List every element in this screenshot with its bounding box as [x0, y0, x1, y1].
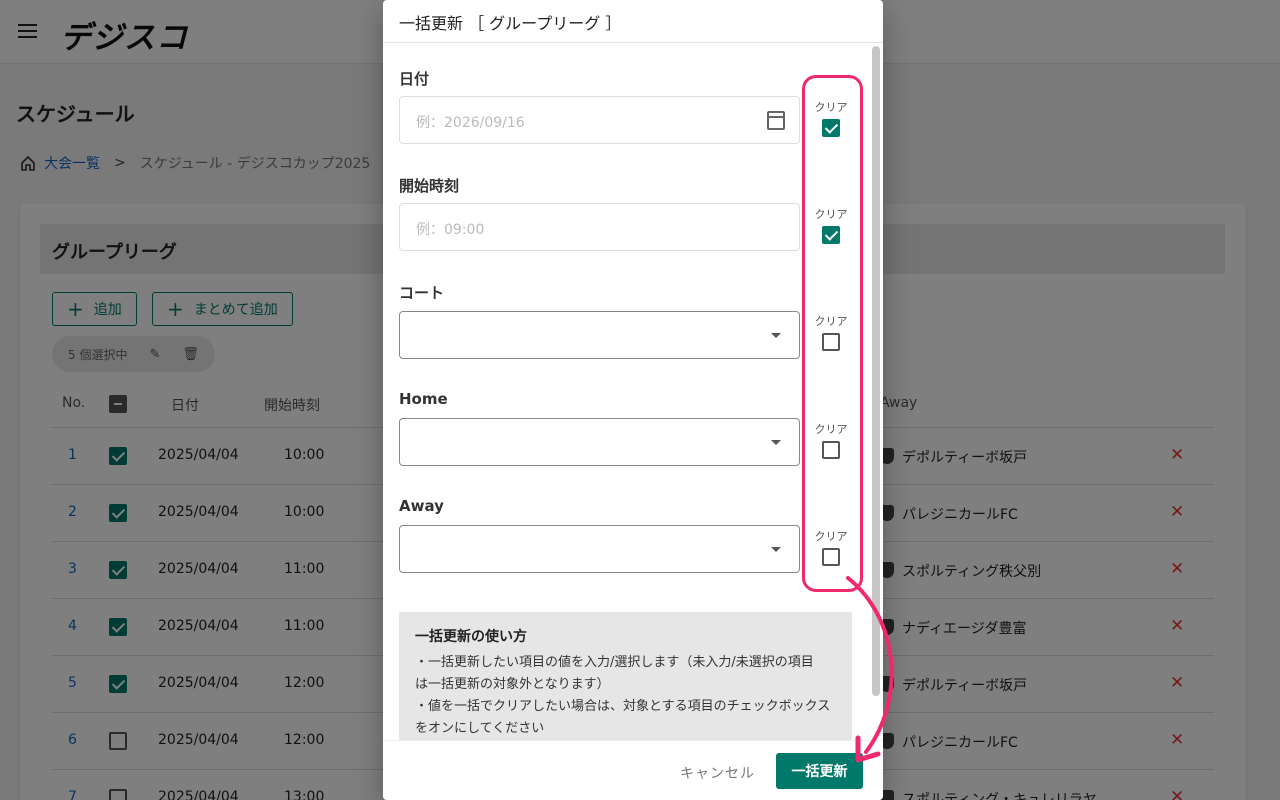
clear-time-checkbox[interactable] [822, 226, 840, 244]
clear-label: クリア [814, 315, 848, 328]
home-field-label: Home [399, 390, 448, 408]
time-input-placeholder: 例：09:00 [416, 222, 485, 238]
time-field-label: 開始時刻 [399, 177, 460, 195]
cancel-button[interactable]: キャンセル [680, 763, 755, 783]
clear-label: クリア [814, 423, 848, 436]
clear-away-checkbox[interactable] [822, 548, 840, 566]
clear-label: クリア [814, 101, 848, 114]
clear-date-group: クリア [811, 99, 851, 141]
home-select[interactable] [399, 418, 800, 466]
dropdown-arrow-icon [771, 547, 781, 552]
dialog-scrollbar[interactable] [872, 46, 880, 696]
dialog-footer: キャンセル 一括更新 [383, 740, 883, 800]
dropdown-arrow-icon [771, 440, 781, 445]
clear-court-checkbox[interactable] [822, 333, 840, 351]
howto-line: をオンにしてください [415, 721, 545, 736]
time-input[interactable]: 例：09:00 [399, 203, 800, 251]
court-field-label: コート [399, 284, 445, 302]
clear-away-group: クリア [811, 528, 851, 570]
dialog-divider [383, 42, 883, 43]
clear-date-checkbox[interactable] [822, 119, 840, 137]
clear-court-group: クリア [811, 313, 851, 355]
clear-time-group: クリア [811, 206, 851, 248]
clear-label: クリア [814, 208, 848, 221]
bulk-update-dialog: 一括更新 ［ グループリーグ ］ 日付 例：2026/09/16 開始時刻 例：… [383, 0, 883, 800]
away-field-label: Away [399, 497, 444, 515]
date-field-label: 日付 [399, 70, 430, 88]
howto-line: は一括更新の対象外となります） [415, 677, 610, 692]
court-select[interactable] [399, 311, 800, 359]
dialog-title: 一括更新 ［ グループリーグ ］ [399, 14, 622, 33]
clear-home-group: クリア [811, 421, 851, 463]
clear-label: クリア [814, 530, 848, 543]
clear-home-checkbox[interactable] [822, 441, 840, 459]
howto-line: ・一括更新したい項目の値を入力/選択します（未入力/未選択の項目 [415, 655, 814, 670]
howto-line: ・値を一括でクリアしたい場合は、対象とする項目のチェックボックス [415, 699, 831, 714]
date-input[interactable]: 例：2026/09/16 [399, 96, 800, 144]
calendar-icon[interactable] [767, 111, 785, 130]
away-select[interactable] [399, 525, 800, 573]
date-input-placeholder: 例：2026/09/16 [416, 115, 525, 131]
dropdown-arrow-icon [771, 333, 781, 338]
bulk-update-button[interactable]: 一括更新 [776, 753, 863, 789]
howto-panel: 一括更新の使い方 ・一括更新したい項目の値を入力/選択します（未入力/未選択の項… [399, 612, 852, 740]
howto-title: 一括更新の使い方 [415, 629, 527, 645]
